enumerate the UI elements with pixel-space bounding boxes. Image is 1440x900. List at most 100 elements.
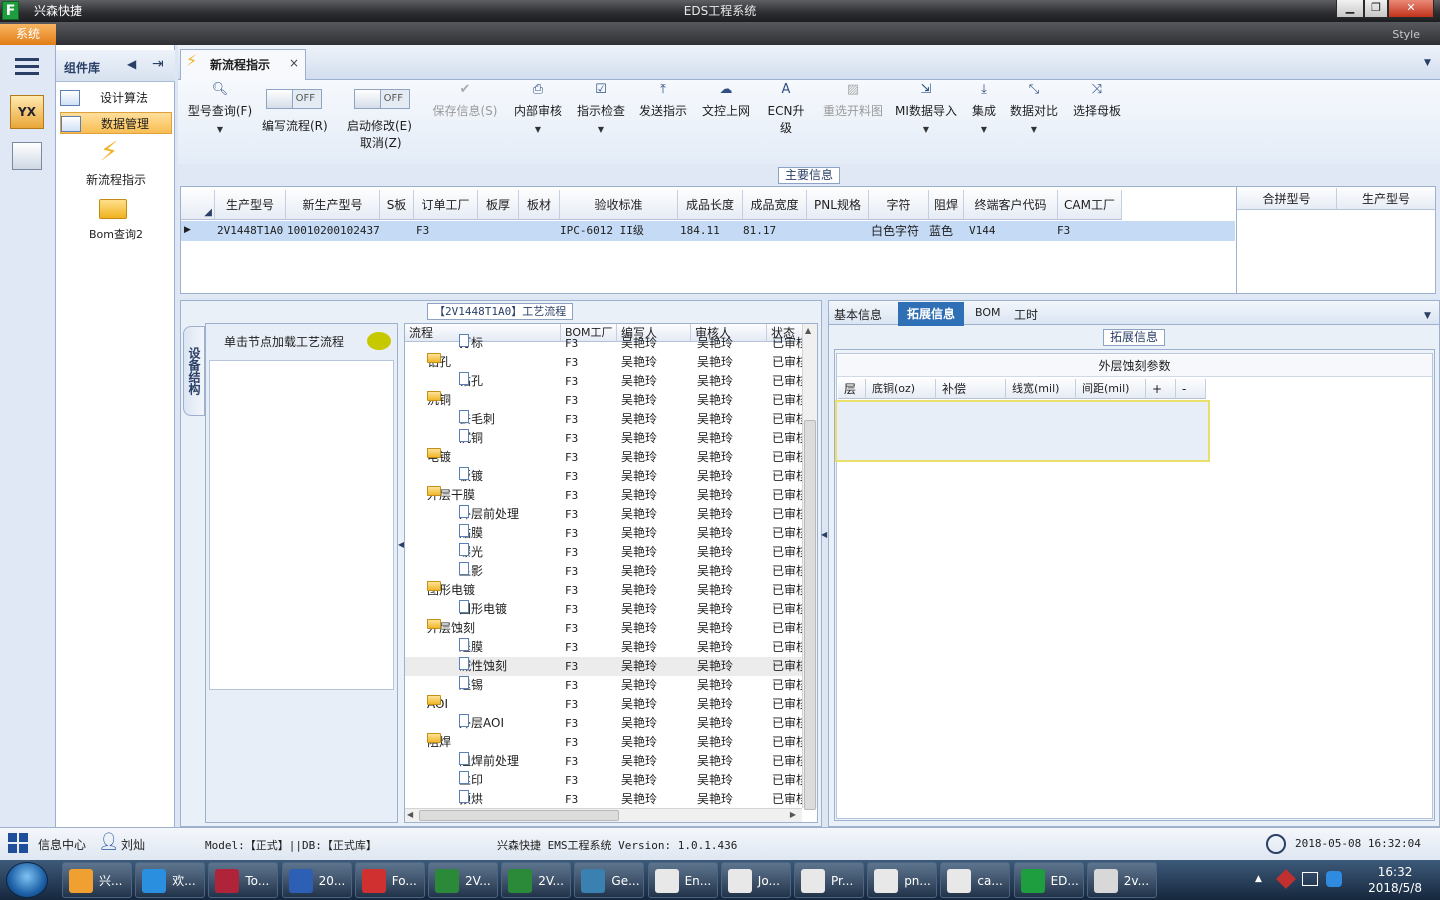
tree-group-row[interactable]: −电镀F3吴艳玲吴艳玲已审核 — [405, 448, 804, 467]
taskbar-item[interactable]: ca... — [940, 862, 1011, 898]
horizontal-scrollbar[interactable]: ◀ ▶ — [405, 808, 802, 822]
splitter-arrow-icon[interactable]: ◀ — [821, 530, 827, 539]
tree-group-row[interactable]: −外层蚀刻F3吴艳玲吴艳玲已审核 — [405, 619, 804, 638]
tree-group-row[interactable]: −外层干膜F3吴艳玲吴艳玲已审核 — [405, 486, 804, 505]
taskbar-item[interactable]: Fo... — [354, 862, 425, 898]
style-label[interactable]: Style — [1392, 28, 1420, 41]
col-header-customer-code[interactable]: 终端客户代码 — [964, 190, 1058, 220]
save-info-button[interactable]: ✔ 保存信息(S) — [430, 82, 500, 119]
lightning-icon[interactable]: ⚡ — [100, 137, 118, 167]
remove-row-button[interactable]: - — [1176, 379, 1206, 399]
taskbar-item[interactable]: 2v... — [1086, 862, 1157, 898]
etching-param-table-body[interactable] — [835, 400, 1210, 462]
taskbar-item[interactable]: Ge... — [574, 862, 645, 898]
mi-data-import-button[interactable]: ⇲ MI数据导入 ▼ — [894, 82, 958, 134]
tree-group-row[interactable]: −图形电镀F3吴艳玲吴艳玲已审核 — [405, 581, 804, 600]
collapse-left-icon[interactable]: ◀ — [127, 57, 136, 71]
integrate-button[interactable]: ⤓ 集成 ▼ — [968, 82, 1000, 134]
tab-dropdown-icon[interactable]: ▼ — [1424, 58, 1431, 68]
windows-grid-icon[interactable] — [8, 833, 28, 853]
tree-group-row[interactable]: −钻孔F3吴艳玲吴艳玲已审核 — [405, 353, 804, 372]
close-window-button[interactable]: ✕ — [1388, 0, 1434, 18]
col-header-line-width[interactable]: 线宽(mil) — [1006, 379, 1076, 399]
comp-item-design-algorithm[interactable]: 设计算法 — [60, 87, 172, 109]
scroll-thumb[interactable] — [804, 420, 816, 810]
model-query-button[interactable]: 🔍︎ 型号查询(F) ▼ — [184, 82, 256, 134]
col-header-production-model[interactable]: 生产型号 — [1337, 188, 1435, 210]
write-flow-toggle[interactable]: OFF — [266, 89, 322, 109]
col-header-spacing[interactable]: 间距(mil) — [1076, 379, 1146, 399]
tree-step-row[interactable]: 打标F3吴艳玲吴艳玲已审核 — [405, 334, 804, 353]
col-header-compensation[interactable]: 补偿 — [936, 379, 1006, 399]
hamburger-menu-icon[interactable] — [15, 58, 39, 75]
detail-dropdown-icon[interactable]: ▼ — [1424, 311, 1431, 321]
col-header-merge-model[interactable]: 合拼型号 — [1237, 188, 1337, 210]
maximize-button[interactable]: ❐ — [1364, 0, 1388, 18]
ecn-upgrade-button[interactable]: A ECN升级 — [762, 82, 810, 136]
system-tab[interactable]: 系统 — [0, 24, 56, 45]
taskbar-clock[interactable]: 16:32 2018/5/8 — [1368, 864, 1422, 896]
tree-step-row[interactable]: 退膜F3吴艳玲吴艳玲已审核 — [405, 638, 804, 657]
tree-step-row[interactable]: 图形电镀F3吴艳玲吴艳玲已审核 — [405, 600, 804, 619]
launcher-new-process[interactable]: 新流程指示 — [60, 171, 172, 188]
taskbar-item[interactable]: 20... — [281, 862, 352, 898]
tree-step-row[interactable]: 丝印F3吴艳玲吴艳玲已审核 — [405, 771, 804, 790]
yx-factory-icon[interactable]: YX — [10, 95, 44, 129]
tree-step-row[interactable]: 外层AOIF3吴艳玲吴艳玲已审核 — [405, 714, 804, 733]
doc-control-online-button[interactable]: ☁ 文控上网 — [699, 82, 753, 119]
col-header-order-factory[interactable]: 订单工厂 — [414, 190, 478, 220]
launcher-bom-query[interactable]: Bom查询2 — [60, 226, 172, 242]
calculator-icon[interactable] — [12, 142, 42, 170]
reselect-cutting-button[interactable]: ▨ 重选开料图 — [820, 82, 886, 119]
tab-bom[interactable]: BOM — [975, 306, 1001, 319]
select-motherboard-button[interactable]: ⤨ 选择母板 — [1070, 82, 1124, 119]
tree-step-row[interactable]: 阻焊前处理F3吴艳玲吴艳玲已审核 — [405, 752, 804, 771]
col-header-thickness[interactable]: 板厚 — [478, 190, 519, 220]
taskbar-item[interactable]: 2V... — [428, 862, 498, 898]
comp-item-data-management[interactable]: 数据管理 — [60, 112, 172, 134]
folder-icon[interactable] — [99, 199, 127, 219]
col-header-length[interactable]: 成品长度 — [678, 190, 743, 220]
instruction-check-button[interactable]: ☑ 指示检查 ▼ — [574, 82, 628, 134]
tree-step-row[interactable]: 去毛刺F3吴艳玲吴艳玲已审核 — [405, 410, 804, 429]
col-header-character[interactable]: 字符 — [869, 190, 929, 220]
tree-step-row[interactable]: 沉铜F3吴艳玲吴艳玲已审核 — [405, 429, 804, 448]
taskbar-item[interactable]: En... — [647, 862, 718, 898]
tree-group-row[interactable]: −阻焊F3吴艳玲吴艳玲已审核 — [405, 733, 804, 752]
scroll-thumb[interactable] — [419, 810, 619, 821]
tree-step-row[interactable]: 贴膜F3吴艳玲吴艳玲已审核 — [405, 524, 804, 543]
col-header-model[interactable]: 生产型号 — [215, 190, 286, 220]
network-icon[interactable] — [1302, 872, 1318, 886]
tree-step-row[interactable]: 外层前处理F3吴艳玲吴艳玲已审核 — [405, 505, 804, 524]
send-instruction-button[interactable]: ⤒ 发送指示 — [636, 82, 690, 119]
tree-step-row[interactable]: 退锡F3吴艳玲吴艳玲已审核 — [405, 676, 804, 695]
col-header-s-board[interactable]: S板 — [380, 190, 414, 220]
tray-app-icon[interactable] — [1326, 871, 1342, 887]
col-header-layer[interactable]: 层 — [838, 379, 866, 399]
tree-step-row[interactable]: 钻孔F3吴艳玲吴艳玲已审核 — [405, 372, 804, 391]
tab-work-hours[interactable]: 工时 — [1014, 306, 1038, 323]
tree-step-row[interactable]: 碱性蚀刻F3吴艳玲吴艳玲已审核 — [405, 657, 804, 676]
add-row-button[interactable]: + — [1146, 379, 1176, 399]
col-header-width[interactable]: 成品宽度 — [743, 190, 807, 220]
tray-expand-icon[interactable]: ▲ — [1255, 874, 1262, 884]
taskbar-item[interactable]: 2V... — [501, 862, 572, 898]
data-compare-button[interactable]: ⤡ 数据对比 ▼ — [1008, 82, 1060, 134]
taskbar-item[interactable]: pn... — [867, 862, 938, 898]
tree-step-row[interactable]: 板镀F3吴艳玲吴艳玲已审核 — [405, 467, 804, 486]
col-header-cam-factory[interactable]: CAM工厂 — [1058, 190, 1122, 220]
vertical-tab-equipment[interactable]: 设备结构 — [183, 326, 205, 416]
col-header-acceptance[interactable]: 验收标准 — [560, 190, 678, 220]
col-header-pnl[interactable]: PNL规格 — [807, 190, 869, 220]
cancel-label[interactable]: 取消(Z) — [360, 134, 402, 151]
tree-group-row[interactable]: −AOIF3吴艳玲吴艳玲已审核 — [405, 695, 804, 714]
tree-step-row[interactable]: 预烘F3吴艳玲吴艳玲已审核 — [405, 790, 804, 809]
taskbar-item[interactable]: 兴... — [62, 862, 132, 898]
tree-step-row[interactable]: 显影F3吴艳玲吴艳玲已审核 — [405, 562, 804, 581]
pin-panel-icon[interactable]: ⇥ — [152, 56, 164, 72]
col-header-base-copper[interactable]: 底铜(oz) — [866, 379, 936, 399]
col-header-new-model[interactable]: 新生产型号 — [286, 190, 380, 220]
taskbar-item[interactable]: 欢... — [135, 862, 206, 898]
vertical-scrollbar[interactable]: ▲ — [802, 324, 817, 810]
minimize-button[interactable]: ▁ — [1336, 0, 1364, 18]
